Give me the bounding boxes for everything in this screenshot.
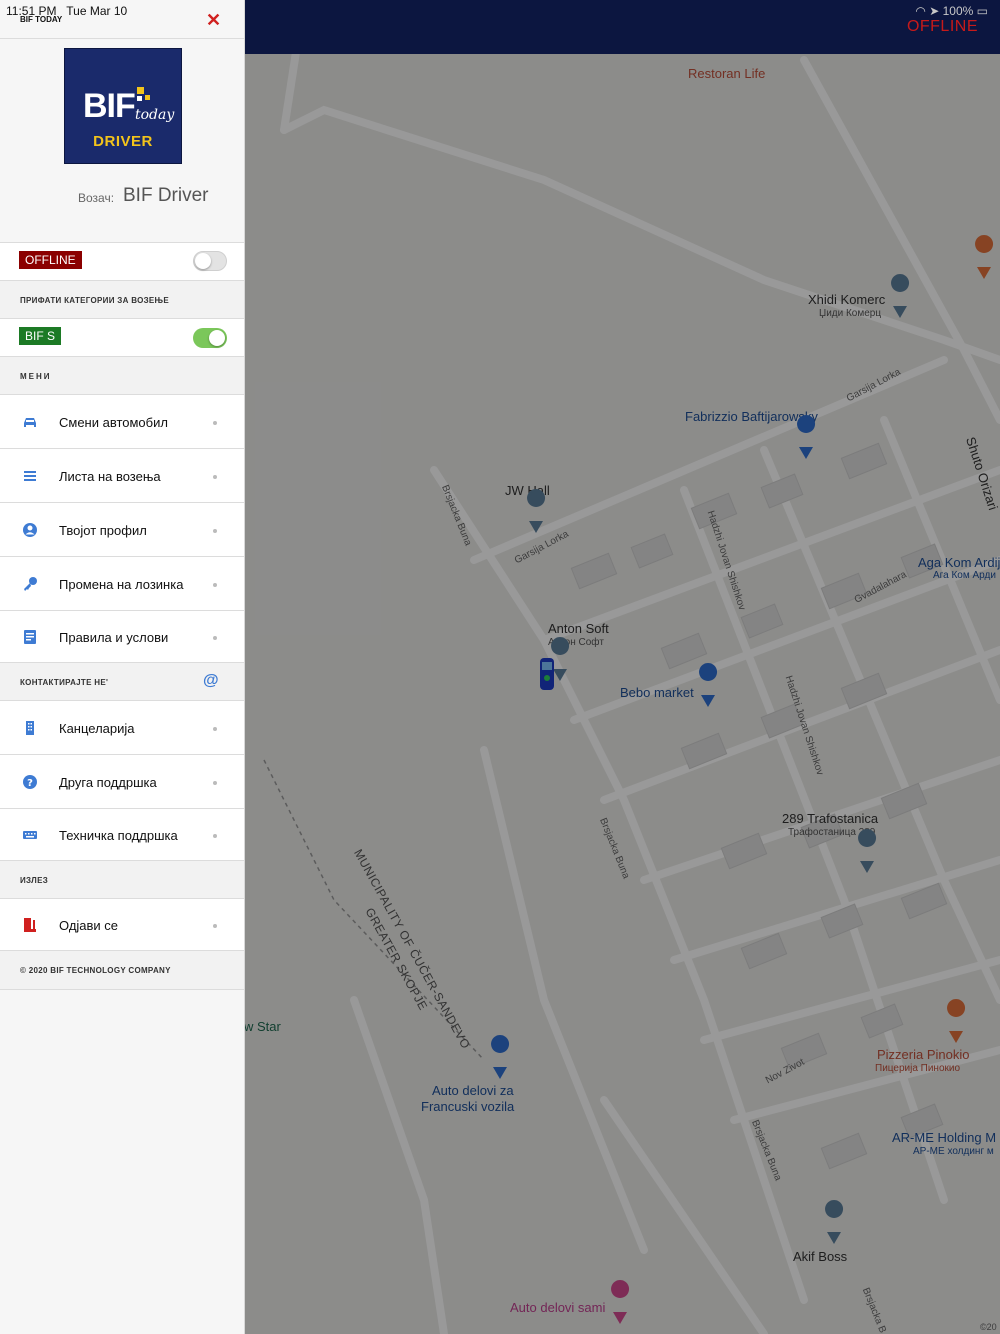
chevron-dot-icon bbox=[213, 781, 217, 785]
menu-item-profile[interactable]: Твојот профил bbox=[0, 502, 244, 556]
menu-item-change-car[interactable]: Смени автомобил bbox=[0, 394, 244, 448]
chevron-dot-icon bbox=[213, 636, 217, 640]
menu-item-label: Листа на возења bbox=[59, 469, 161, 484]
logo-today-text: today bbox=[135, 107, 175, 123]
copyright-text: © 2020 BIF TECHNOLOGY COMPANY bbox=[20, 966, 171, 975]
menu-item-label: Твојот профил bbox=[59, 523, 147, 538]
car-icon bbox=[24, 418, 36, 427]
section-title: МЕНИ bbox=[20, 372, 52, 381]
toggle-knob bbox=[195, 253, 211, 269]
exit-door-icon bbox=[24, 918, 36, 932]
category-badge: BIF S bbox=[19, 327, 62, 345]
menu-item-label: Техничка поддршка bbox=[59, 828, 178, 843]
key-icon bbox=[24, 577, 37, 591]
map-top-bar: ◠ ➤ 100% ▭ OFFLINE bbox=[244, 0, 1000, 54]
logout-button[interactable]: Одјави се bbox=[0, 898, 244, 950]
toggle-knob bbox=[209, 330, 225, 346]
user-icon bbox=[23, 523, 37, 537]
categories-section-header: ПРИФАТИ КАТЕГОРИИ ЗА ВОЗЕЊЕ bbox=[0, 280, 244, 318]
chevron-dot-icon bbox=[213, 583, 217, 587]
list-icon bbox=[24, 471, 36, 481]
wifi-icon: ◠ bbox=[915, 4, 926, 18]
online-toggle[interactable] bbox=[193, 251, 227, 271]
status-toggle-row: OFFLINE bbox=[0, 242, 244, 280]
category-toggle-row: BIF S bbox=[0, 318, 244, 356]
app-label: BIF TODAY bbox=[20, 15, 63, 24]
menu-item-label: Друга поддршка bbox=[59, 775, 157, 790]
help-icon: ? bbox=[23, 775, 37, 789]
document-icon bbox=[24, 630, 36, 644]
exit-section-header: ИЗЛЕЗ bbox=[0, 860, 244, 898]
menu-item-label: Промена на лозинка bbox=[59, 577, 184, 592]
app-logo: BIF today DRIVER bbox=[64, 48, 182, 164]
svg-text:?: ? bbox=[27, 778, 33, 789]
location-arrow-icon: ➤ bbox=[929, 4, 940, 18]
offline-indicator: OFFLINE bbox=[906, 18, 978, 35]
chevron-dot-icon bbox=[213, 727, 217, 731]
divider bbox=[0, 38, 244, 39]
chevron-dot-icon bbox=[213, 924, 217, 928]
menu-item-label: Одјави се bbox=[59, 918, 119, 933]
section-title: КОНТАКТИРАЈТЕ НЕ' bbox=[20, 678, 109, 687]
menu-item-ride-list[interactable]: Листа на возења bbox=[0, 448, 244, 502]
menu-item-label: Смени автомобил bbox=[59, 415, 168, 430]
driver-label: Возач: bbox=[78, 191, 115, 205]
logo-square-icon bbox=[145, 95, 150, 100]
menu-item-change-password[interactable]: Промена на лозинка bbox=[0, 556, 244, 610]
logo-main-text: BIF bbox=[83, 87, 136, 125]
chevron-dot-icon bbox=[213, 421, 217, 425]
building-icon bbox=[26, 721, 34, 735]
menu-item-terms[interactable]: Правила и услови bbox=[0, 610, 244, 662]
contact-item-tech-support[interactable]: Техничка поддршка bbox=[0, 808, 244, 860]
section-title: ПРИФАТИ КАТЕГОРИИ ЗА ВОЗЕЊЕ bbox=[20, 296, 169, 305]
contact-section-header: КОНТАКТИРАЈТЕ НЕ' @ bbox=[0, 662, 244, 700]
battery-icon: ▭ bbox=[976, 4, 988, 18]
status-date: Tue Mar 10 bbox=[66, 4, 128, 18]
menu-item-label: Канцеларија bbox=[59, 721, 135, 736]
at-sign-icon[interactable]: @ bbox=[203, 672, 219, 690]
chevron-dot-icon bbox=[213, 529, 217, 533]
side-drawer: 11:51 PM Tue Mar 10 BIF TODAY ✕ BIF toda… bbox=[0, 0, 245, 1334]
status-badge: OFFLINE bbox=[19, 251, 82, 269]
menu-section-header: МЕНИ bbox=[0, 356, 244, 394]
close-icon[interactable]: ✕ bbox=[206, 10, 221, 31]
chevron-dot-icon bbox=[213, 834, 217, 838]
logo-square-icon bbox=[137, 96, 142, 101]
logo-driver-text: DRIVER bbox=[93, 133, 153, 150]
footer: © 2020 BIF TECHNOLOGY COMPANY bbox=[0, 950, 244, 990]
map-view[interactable]: Restoran Life Xhidi Komerc Џиди Комерц F… bbox=[244, 0, 1000, 1334]
status-battery: ◠ ➤ 100% ▭ bbox=[915, 4, 988, 18]
map-dim-overlay[interactable] bbox=[244, 0, 1000, 1334]
section-title: ИЗЛЕЗ bbox=[20, 876, 49, 885]
logo-square-icon bbox=[137, 87, 144, 94]
category-toggle[interactable] bbox=[193, 328, 227, 348]
chevron-dot-icon bbox=[213, 475, 217, 479]
driver-name: BIF Driver bbox=[123, 185, 209, 206]
menu-item-label: Правила и услови bbox=[59, 630, 169, 645]
contact-item-office[interactable]: Канцеларија bbox=[0, 700, 244, 754]
contact-item-other-support[interactable]: ? Друга поддршка bbox=[0, 754, 244, 808]
keyboard-icon bbox=[23, 831, 37, 839]
